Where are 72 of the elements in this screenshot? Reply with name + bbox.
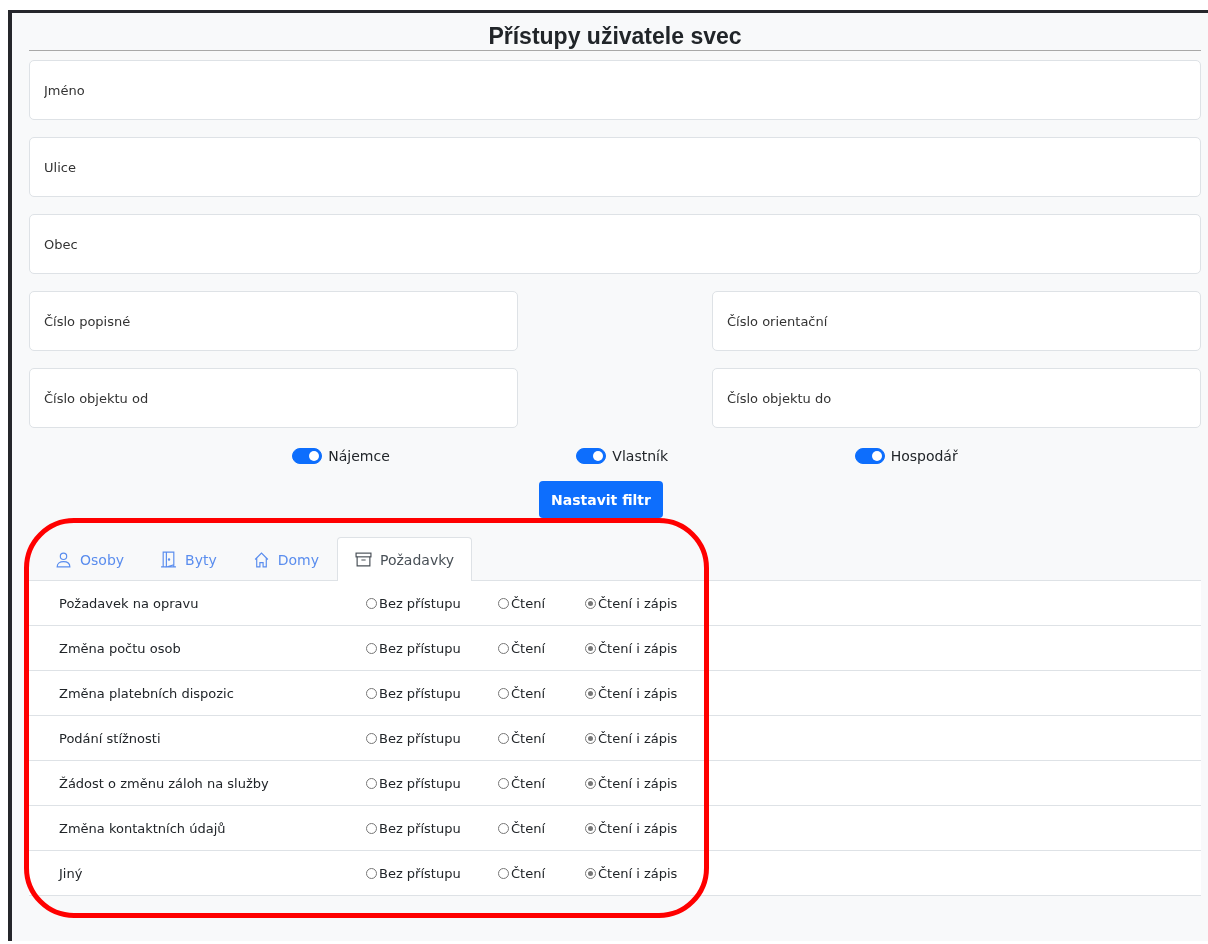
table-cell: Podání stížnosti xyxy=(59,730,161,746)
radio-button[interactable] xyxy=(498,732,509,744)
radio-label: Čtení i zápis xyxy=(598,820,678,836)
tab[interactable]: Osoby xyxy=(37,537,143,581)
radio-label: Čtení i zápis xyxy=(598,685,678,701)
toggle-switch[interactable] xyxy=(292,448,323,464)
radio-label: Bez přístupu xyxy=(379,730,461,746)
radio-label: Čtení i zápis xyxy=(598,730,678,746)
table-cell: Jiný xyxy=(59,865,83,881)
radio-label: Čtení i zápis xyxy=(598,640,678,656)
radio-button[interactable] xyxy=(366,642,377,654)
radio-button[interactable] xyxy=(498,777,509,789)
radio-button[interactable] xyxy=(585,597,596,609)
house-icon xyxy=(252,551,270,568)
radio-button[interactable] xyxy=(366,732,377,744)
radio-button[interactable] xyxy=(585,732,596,744)
archive-box-icon xyxy=(355,551,372,568)
input-field[interactable]: Ulice xyxy=(29,137,1201,197)
radio-button[interactable] xyxy=(498,867,509,879)
radio-button[interactable] xyxy=(498,642,509,654)
input-field[interactable]: Obec xyxy=(29,214,1201,274)
toggle-switch[interactable] xyxy=(854,448,885,464)
tab[interactable]: Byty xyxy=(142,537,235,581)
radio-button[interactable] xyxy=(585,642,596,654)
radio-label: Čtení xyxy=(511,595,546,611)
radio-button[interactable] xyxy=(498,822,509,834)
radio-button[interactable] xyxy=(585,777,596,789)
toggle-switch[interactable] xyxy=(576,448,607,464)
input-field[interactable]: Číslo objektu do xyxy=(712,368,1201,428)
table-cell: Změna platebních dispozic xyxy=(59,685,234,701)
input-field[interactable]: Jméno xyxy=(29,60,1201,120)
radio-label: Bez přístupu xyxy=(379,820,461,836)
radio-label: Čtení xyxy=(511,685,546,701)
radio-label: Čtení xyxy=(511,730,546,746)
radio-label: Bez přístupu xyxy=(379,685,461,701)
table-cell: Požadavek na opravu xyxy=(59,595,199,611)
tab[interactable]: Domy xyxy=(234,537,337,581)
radio-label: Čtení i zápis xyxy=(598,775,678,791)
radio-label: Bez přístupu xyxy=(379,775,461,791)
table-cell: Změna počtu osob xyxy=(59,640,181,656)
radio-label: Bez přístupu xyxy=(379,640,461,656)
input-field[interactable]: Číslo popisné xyxy=(29,291,518,351)
radio-label: Čtení xyxy=(511,775,546,791)
radio-label: Čtení xyxy=(511,865,546,881)
radio-button[interactable] xyxy=(585,867,596,879)
radio-button[interactable] xyxy=(585,687,596,699)
input-field[interactable]: Číslo objektu od xyxy=(29,368,518,428)
radio-button[interactable] xyxy=(366,867,377,879)
radio-label: Bez přístupu xyxy=(379,595,461,611)
radio-button[interactable] xyxy=(498,687,509,699)
toggle-label: Hospodář xyxy=(890,448,958,464)
radio-label: Čtení xyxy=(511,820,546,836)
radio-button[interactable] xyxy=(366,777,377,789)
toggle-label: Nájemce xyxy=(328,448,390,464)
input-field[interactable]: Číslo orientační xyxy=(712,291,1201,351)
radio-label: Čtení i zápis xyxy=(598,595,678,611)
radio-label: Čtení xyxy=(511,640,546,656)
door-icon xyxy=(160,551,178,568)
radio-button[interactable] xyxy=(498,597,509,609)
person-icon xyxy=(55,551,72,568)
radio-button[interactable] xyxy=(366,822,377,834)
toggle-label: Vlastník xyxy=(612,448,669,464)
tab[interactable]: Požadavky xyxy=(337,537,473,581)
radio-button[interactable] xyxy=(366,597,377,609)
table-cell: Změna kontaktních údajů xyxy=(59,820,226,836)
table-cell: Žádost o změnu záloh na služby xyxy=(59,775,269,791)
radio-label: Čtení i zápis xyxy=(598,865,678,881)
radio-button[interactable] xyxy=(585,822,596,834)
filter-button[interactable]: Nastavit filtr xyxy=(539,481,663,518)
radio-label: Bez přístupu xyxy=(379,865,461,881)
page-title: Přístupy uživatele svec xyxy=(29,22,1201,51)
radio-button[interactable] xyxy=(366,687,377,699)
